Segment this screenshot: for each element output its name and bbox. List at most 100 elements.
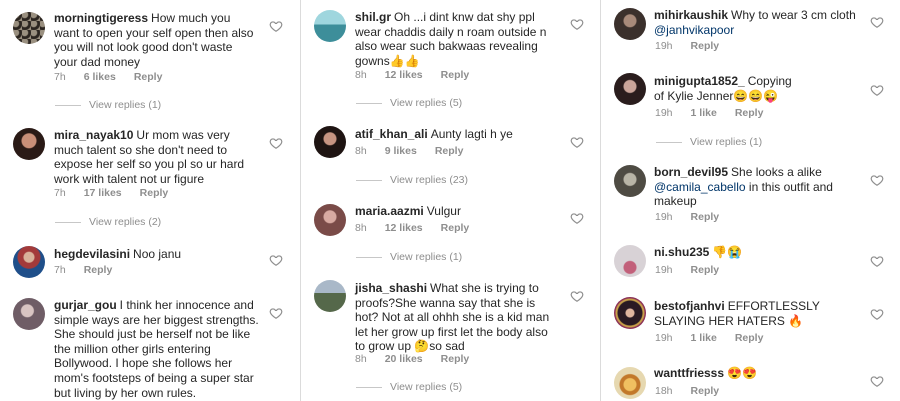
- comment-text: Aunty lagti h ye: [430, 127, 513, 141]
- comment-meta: 7h Reply: [54, 264, 130, 276]
- comment-username[interactable]: gurjar_gou: [54, 298, 117, 312]
- view-replies-link[interactable]: View replies (2): [55, 216, 161, 228]
- comment-time: 8h: [355, 69, 367, 81]
- reply-button[interactable]: Reply: [140, 187, 169, 199]
- avatar[interactable]: [614, 245, 646, 277]
- comment-meta: 19h Reply: [655, 40, 737, 52]
- reply-button[interactable]: Reply: [691, 211, 720, 223]
- comment-username[interactable]: mihirkaushik: [654, 8, 728, 22]
- heart-outline-icon[interactable]: [870, 15, 884, 29]
- comment-username[interactable]: wanttfriesss: [654, 366, 724, 380]
- avatar[interactable]: [13, 246, 45, 278]
- comment-text: Why to wear 3 cm cloth: [731, 8, 856, 22]
- comment-text: I think her innocence and simple ways ar…: [54, 298, 259, 400]
- heart-outline-icon[interactable]: [570, 211, 584, 225]
- comment-meta: 8h 12 likes Reply: [355, 222, 487, 234]
- comment-meta: 7h 17 likes Reply: [54, 187, 186, 199]
- comment-username[interactable]: morningtigeress: [54, 11, 148, 25]
- comments-column-1: morningtigeress How much you want to open…: [0, 0, 300, 401]
- comment-meta: 7h 6 likes Reply: [54, 71, 180, 83]
- reply-button[interactable]: Reply: [84, 264, 113, 276]
- likes-count[interactable]: 9 likes: [385, 145, 417, 157]
- reply-button[interactable]: Reply: [441, 222, 470, 234]
- reply-button[interactable]: Reply: [691, 264, 720, 276]
- view-replies-link[interactable]: View replies (5): [356, 381, 462, 393]
- comment-username[interactable]: mira_nayak10: [54, 128, 133, 142]
- heart-outline-icon[interactable]: [870, 173, 884, 187]
- comment-text: 👎😭: [712, 245, 743, 259]
- view-replies-link[interactable]: View replies (1): [55, 99, 161, 111]
- comment-meta: 19h Reply: [655, 211, 737, 223]
- comment-username[interactable]: bestofjanhvi: [654, 299, 725, 313]
- likes-count[interactable]: 12 likes: [385, 69, 423, 81]
- avatar[interactable]: [614, 8, 646, 40]
- comment-time: 19h: [655, 211, 673, 223]
- heart-outline-icon[interactable]: [570, 135, 584, 149]
- avatar[interactable]: [314, 280, 346, 312]
- comments-column-2: shil.gr Oh ...i dint knw dat shy ppl wear…: [300, 0, 600, 401]
- heart-outline-icon[interactable]: [269, 306, 283, 320]
- avatar[interactable]: [13, 298, 45, 330]
- mention-link[interactable]: @camila_cabello: [654, 180, 746, 194]
- heart-outline-icon[interactable]: [269, 253, 283, 267]
- comment-time: 19h: [655, 264, 673, 276]
- avatar[interactable]: [614, 367, 646, 399]
- reply-button[interactable]: Reply: [691, 40, 720, 52]
- avatar[interactable]: [614, 73, 646, 105]
- comments-column-3: mihirkaushik Why to wear 3 cm cloth @janh…: [600, 0, 900, 401]
- likes-count[interactable]: 12 likes: [385, 222, 423, 234]
- comment-text: Noo janu: [133, 247, 182, 261]
- comment-username[interactable]: maria.aazmi: [355, 204, 424, 218]
- likes-count[interactable]: 17 likes: [84, 187, 122, 199]
- reply-button[interactable]: Reply: [435, 145, 464, 157]
- view-replies-link[interactable]: View replies (1): [356, 251, 462, 263]
- heart-outline-icon[interactable]: [570, 17, 584, 31]
- avatar[interactable]: [314, 204, 346, 236]
- comment-username[interactable]: atif_khan_ali: [355, 127, 428, 141]
- comment-meta: 8h 12 likes Reply: [355, 69, 487, 81]
- heart-outline-icon[interactable]: [269, 19, 283, 33]
- comment-meta: 18h Reply: [655, 385, 737, 397]
- avatar[interactable]: [614, 297, 646, 329]
- comment-time: 8h: [355, 222, 367, 234]
- avatar[interactable]: [614, 165, 646, 197]
- view-replies-link[interactable]: View replies (1): [656, 136, 762, 148]
- likes-count[interactable]: 1 like: [691, 332, 717, 344]
- comment-time: 18h: [655, 385, 673, 397]
- reply-button[interactable]: Reply: [691, 385, 720, 397]
- avatar[interactable]: [314, 126, 346, 158]
- view-replies-link[interactable]: View replies (5): [356, 97, 462, 109]
- comment-time: 7h: [54, 264, 66, 276]
- heart-outline-icon[interactable]: [870, 374, 884, 388]
- heart-outline-icon[interactable]: [870, 254, 884, 268]
- avatar[interactable]: [13, 12, 45, 44]
- comment-username[interactable]: hegdevilasini: [54, 247, 130, 261]
- avatar[interactable]: [314, 10, 346, 42]
- comment-username[interactable]: ni.shu235: [654, 245, 709, 259]
- likes-count[interactable]: 6 likes: [84, 71, 116, 83]
- heart-outline-icon[interactable]: [570, 289, 584, 303]
- likes-count[interactable]: 20 likes: [385, 353, 423, 365]
- comment-username[interactable]: born_devil95: [654, 165, 728, 179]
- heart-outline-icon[interactable]: [870, 83, 884, 97]
- comment-username[interactable]: shil.gr: [355, 10, 391, 24]
- comment-username[interactable]: jisha_shashi: [355, 281, 427, 295]
- heart-outline-icon[interactable]: [269, 136, 283, 150]
- comment-meta: 8h 9 likes Reply: [355, 145, 481, 157]
- comment-meta: 19h Reply: [655, 264, 737, 276]
- comment-text: Vulgur: [426, 204, 461, 218]
- avatar[interactable]: [13, 128, 45, 160]
- comment-text: She looks a alike: [731, 165, 822, 179]
- comment-time: 7h: [54, 187, 66, 199]
- reply-button[interactable]: Reply: [441, 353, 470, 365]
- reply-button[interactable]: Reply: [134, 71, 163, 83]
- reply-button[interactable]: Reply: [441, 69, 470, 81]
- reply-button[interactable]: Reply: [735, 107, 764, 119]
- mention-link[interactable]: @janhvikapoor: [654, 23, 734, 37]
- likes-count[interactable]: 1 like: [691, 107, 717, 119]
- reply-button[interactable]: Reply: [735, 332, 764, 344]
- comment-username[interactable]: minigupta1852_: [654, 74, 745, 88]
- comment-time: 19h: [655, 332, 673, 344]
- heart-outline-icon[interactable]: [870, 307, 884, 321]
- view-replies-link[interactable]: View replies (23): [356, 174, 468, 186]
